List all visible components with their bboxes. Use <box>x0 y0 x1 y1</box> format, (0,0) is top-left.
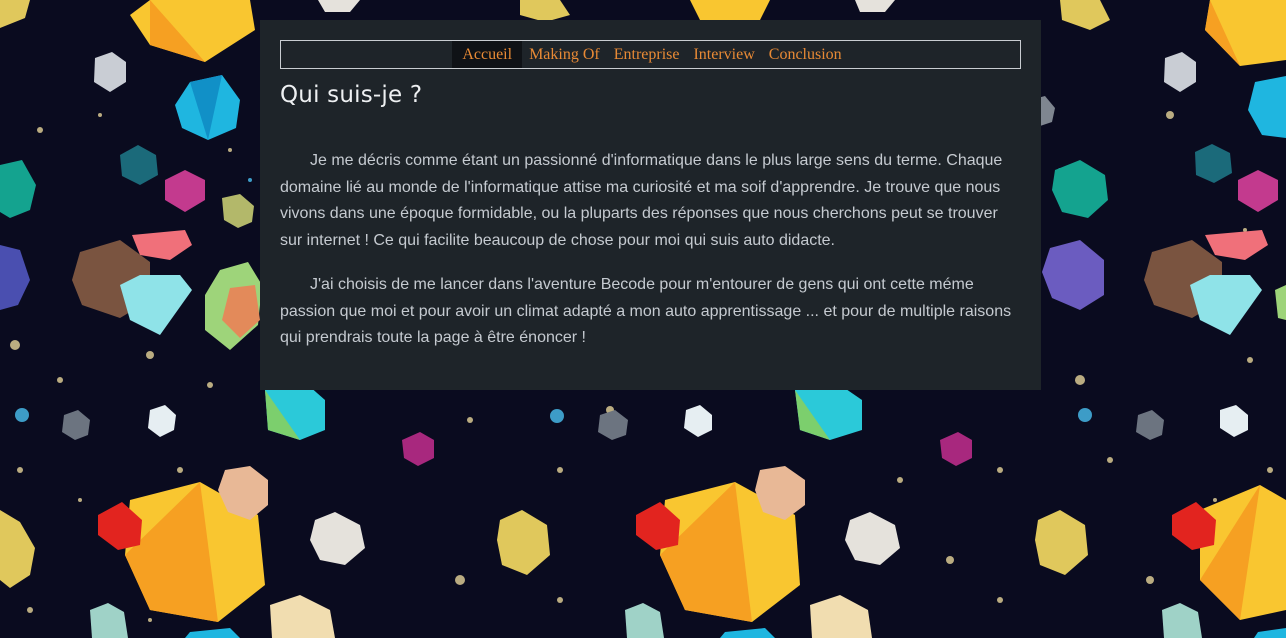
main-nav: Accueil Making Of Entreprise Interview C… <box>280 40 1021 69</box>
content-panel: Accueil Making Of Entreprise Interview C… <box>260 20 1041 390</box>
paragraph-intro: Je me décris comme étant un passionné d'… <box>280 152 1003 249</box>
nav-link-making-of[interactable]: Making Of <box>522 41 607 68</box>
paragraph-becode: J'ai choisis de me lancer dans l'aventur… <box>280 276 1012 346</box>
nav-link-conclusion[interactable]: Conclusion <box>762 41 849 68</box>
page-title: Qui suis-je ? <box>280 82 423 108</box>
page-content: Je me décris comme étant un passionné d'… <box>280 148 1021 370</box>
nav-link-interview[interactable]: Interview <box>686 41 761 68</box>
nav-link-entreprise[interactable]: Entreprise <box>607 41 687 68</box>
nav-link-accueil[interactable]: Accueil <box>452 41 523 68</box>
